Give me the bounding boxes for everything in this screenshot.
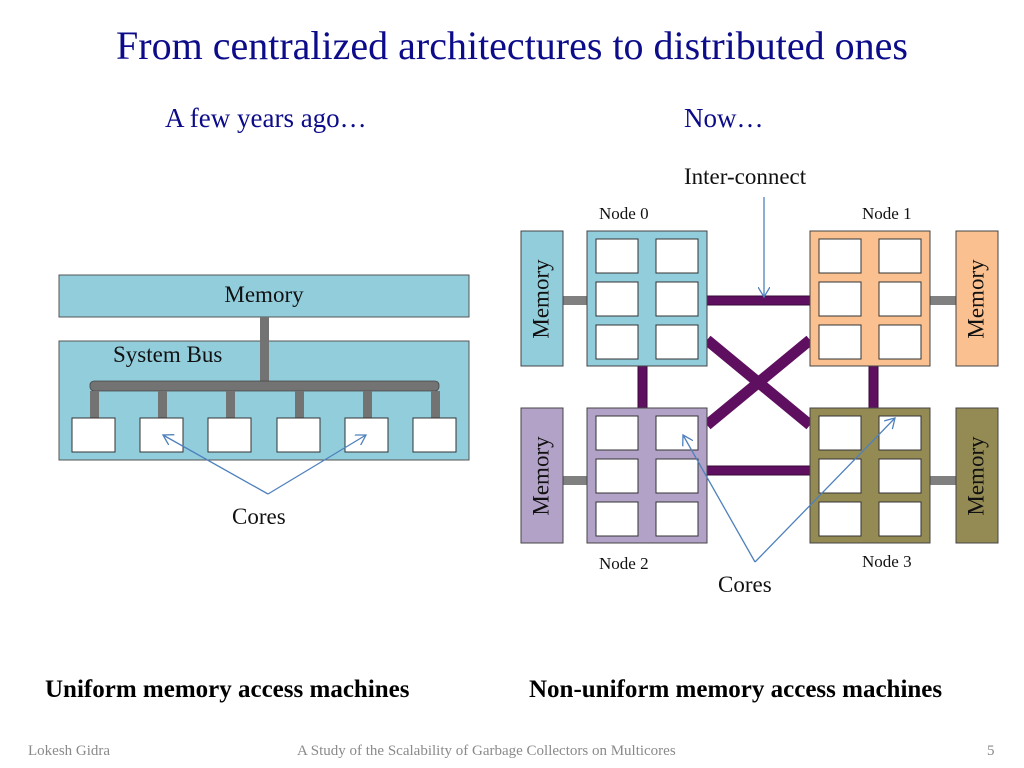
node1-memory-link xyxy=(930,296,956,305)
node2-memory-link xyxy=(563,476,587,485)
uma-cores-label: Cores xyxy=(232,504,286,529)
numa-core xyxy=(818,415,862,451)
numa-core xyxy=(595,458,639,494)
uma-core xyxy=(344,417,389,453)
uma-bus-label: System Bus xyxy=(113,342,223,367)
node0-memory-label: Memory xyxy=(529,258,554,339)
page-number: 5 xyxy=(987,743,995,759)
numa-core xyxy=(595,415,639,451)
numa-core xyxy=(878,458,922,494)
uma-core xyxy=(207,417,252,453)
node3-label: Node 3 xyxy=(862,552,912,571)
numa-core xyxy=(655,238,699,274)
node0-memory-link xyxy=(563,296,587,305)
architecture-diagram xyxy=(58,197,999,563)
footer-title: A Study of the Scalability of Garbage Co… xyxy=(297,743,676,759)
numa-core xyxy=(595,324,639,360)
node3-memory-label: Memory xyxy=(964,435,989,516)
uma-core xyxy=(71,417,116,453)
node2-memory-label: Memory xyxy=(529,435,554,516)
numa-core xyxy=(655,415,699,451)
uma-core xyxy=(139,417,184,453)
numa-core xyxy=(818,281,862,317)
numa-core xyxy=(595,501,639,537)
uma-core-link xyxy=(363,391,372,418)
numa-core xyxy=(655,281,699,317)
footer-author: Lokesh Gidra xyxy=(28,743,111,759)
node2-label: Node 2 xyxy=(599,554,649,573)
numa-core xyxy=(655,458,699,494)
numa-core xyxy=(878,324,922,360)
uma-core xyxy=(412,417,457,453)
numa-core xyxy=(655,501,699,537)
node3-memory-link xyxy=(930,476,956,485)
numa-core xyxy=(818,501,862,537)
numa-core xyxy=(655,324,699,360)
interconnect-label: Inter-connect xyxy=(684,164,807,189)
uma-caption: Uniform memory access machines xyxy=(45,676,410,703)
numa-core xyxy=(595,238,639,274)
node1-memory-label: Memory xyxy=(964,258,989,339)
uma-memory-label: Memory xyxy=(224,282,304,307)
node0-label: Node 0 xyxy=(599,204,649,223)
numa-core xyxy=(878,501,922,537)
uma-bus-line xyxy=(89,380,440,392)
numa-cores-label: Cores xyxy=(718,572,772,597)
numa-core xyxy=(878,415,922,451)
numa-caption: Non-uniform memory access machines xyxy=(529,676,943,703)
uma-core-link xyxy=(431,391,440,418)
uma-core xyxy=(276,417,321,453)
numa-core xyxy=(595,281,639,317)
numa-core xyxy=(818,238,862,274)
uma-core-link xyxy=(90,391,99,418)
numa-core xyxy=(818,458,862,494)
node1-label: Node 1 xyxy=(862,204,912,223)
uma-core-link xyxy=(158,391,167,418)
uma-core-link xyxy=(295,391,304,418)
uma-core-link xyxy=(226,391,235,418)
numa-core xyxy=(878,238,922,274)
numa-core xyxy=(818,324,862,360)
numa-core xyxy=(878,281,922,317)
